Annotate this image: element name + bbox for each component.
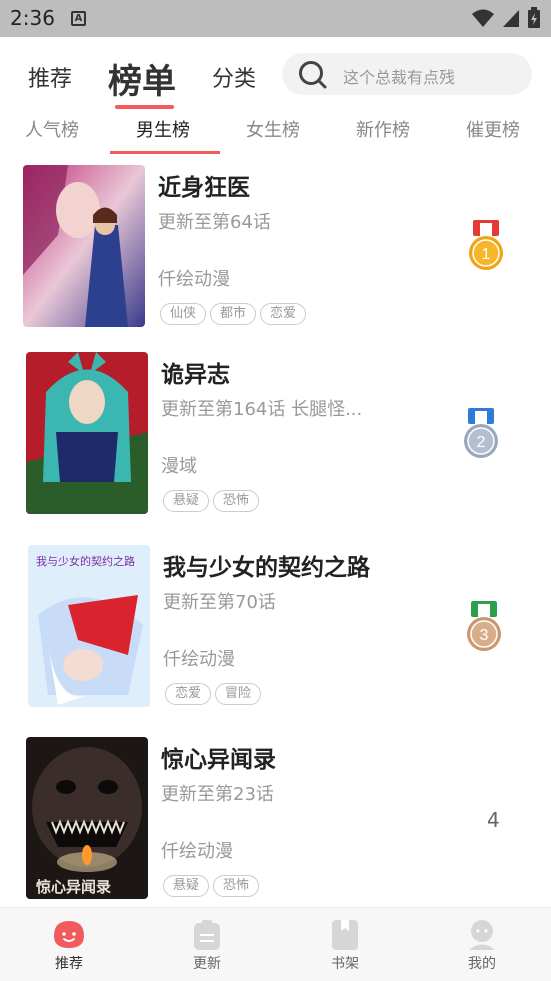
author: 漫域 (161, 456, 197, 477)
search-icon (299, 61, 327, 89)
comic-cover[interactable]: 我与少女的契约之路 (28, 545, 150, 707)
update-status: 更新至第164话 长腿怪... (161, 399, 363, 420)
list-item[interactable]: 惊心异闻录 惊心异闻录 更新至第23话 仟绘动漫 悬疑 恐怖 4 (0, 722, 551, 909)
bronze-medal-icon: 3 (467, 601, 501, 651)
system-icons (471, 7, 541, 28)
comic-title[interactable]: 近身狂医 (158, 168, 250, 202)
tag[interactable]: 悬疑 (163, 875, 210, 897)
tab-category[interactable]: 分类 (212, 61, 256, 93)
status-time: 2:36 (10, 6, 55, 30)
nav-recommend[interactable]: 推荐 (0, 908, 138, 981)
comic-title[interactable]: 我与少女的契约之路 (163, 548, 370, 582)
comic-cover[interactable]: 惊心异闻录 (26, 737, 148, 899)
tag[interactable]: 都市 (210, 303, 257, 325)
nav-label: 推荐 (55, 956, 83, 972)
tag[interactable]: 恋爱 (260, 303, 307, 325)
rank-number: 2 (477, 434, 486, 451)
subtab-male[interactable]: 男生榜 (136, 116, 190, 142)
tag[interactable]: 悬疑 (163, 490, 210, 512)
tag[interactable]: 恋爱 (165, 683, 212, 705)
tag-list: 恋爱 冒险 (165, 683, 262, 705)
bookshelf-icon (332, 920, 358, 950)
update-status: 更新至第23话 (161, 784, 274, 805)
update-status: 更新至第64话 (158, 212, 271, 233)
update-status: 更新至第70话 (163, 592, 276, 613)
nav-bookshelf[interactable]: 书架 (276, 908, 414, 981)
tag[interactable]: 仙侠 (160, 303, 207, 325)
tag[interactable]: 恐怖 (213, 875, 260, 897)
rank-number: 1 (482, 246, 491, 263)
nav-label: 书架 (331, 956, 359, 972)
active-subtab-indicator (110, 151, 220, 154)
author: 仟绘动漫 (161, 841, 233, 862)
subtab-update-request[interactable]: 催更榜 (466, 116, 520, 142)
comic-cover[interactable] (23, 165, 145, 327)
comic-title[interactable]: 惊心异闻录 (161, 740, 276, 774)
tag-list: 悬疑 恐怖 (163, 875, 260, 897)
subtab-popular[interactable]: 人气榜 (25, 116, 79, 142)
tag-list: 仙侠 都市 恋爱 (160, 303, 307, 325)
battery-icon (528, 7, 540, 28)
rank-number: 3 (480, 627, 489, 644)
list-item[interactable]: 我与少女的契约之路 我与少女的契约之路 更新至第70话 仟绘动漫 恋爱 冒险 3 (0, 530, 551, 717)
nav-label: 我的 (468, 956, 496, 972)
tag[interactable]: 冒险 (215, 683, 262, 705)
bottom-navigation: 推荐 更新 书架 我的 (0, 907, 551, 981)
tab-recommend[interactable]: 推荐 (28, 61, 72, 93)
subtab-new[interactable]: 新作榜 (356, 116, 410, 142)
update-list-icon (194, 920, 220, 950)
rank-number: 4 (487, 808, 500, 832)
silver-medal-icon: 2 (464, 408, 498, 458)
notification-a-icon: A (71, 11, 86, 26)
wifi-icon (472, 9, 494, 27)
ranking-subtabs: 人气榜 男生榜 女生榜 新作榜 催更榜 (0, 110, 551, 156)
gold-medal-icon: 1 (469, 220, 503, 270)
user-icon (469, 920, 495, 950)
cover-title-text: 我与少女的契约之路 (36, 554, 135, 568)
author: 仟绘动漫 (158, 269, 230, 290)
active-tab-indicator (115, 105, 174, 109)
subtab-female[interactable]: 女生榜 (246, 116, 300, 142)
tag[interactable]: 恐怖 (213, 490, 260, 512)
comic-title[interactable]: 诡异志 (161, 355, 230, 389)
cover-title-text: 惊心异闻录 (36, 878, 111, 896)
comic-cover[interactable] (26, 352, 148, 514)
smile-icon (54, 921, 84, 948)
nav-label: 更新 (193, 956, 221, 972)
tab-ranking[interactable]: 榜单 (108, 54, 176, 103)
author: 仟绘动漫 (163, 649, 235, 670)
nav-update[interactable]: 更新 (138, 908, 276, 981)
signal-icon (503, 10, 519, 27)
list-item[interactable]: 近身狂医 更新至第64话 仟绘动漫 仙侠 都市 恋爱 1 (0, 156, 551, 343)
header: 推荐 榜单 分类 这个总裁有点残 (0, 37, 551, 110)
list-item[interactable]: 诡异志 更新至第164话 长腿怪... 漫域 悬疑 恐怖 2 (0, 343, 551, 530)
status-bar: 2:36 A (0, 0, 551, 37)
search-box[interactable]: 这个总裁有点残 (282, 53, 532, 95)
search-placeholder: 这个总裁有点残 (343, 68, 456, 87)
nav-profile[interactable]: 我的 (413, 908, 551, 981)
tag-list: 悬疑 恐怖 (163, 490, 260, 512)
